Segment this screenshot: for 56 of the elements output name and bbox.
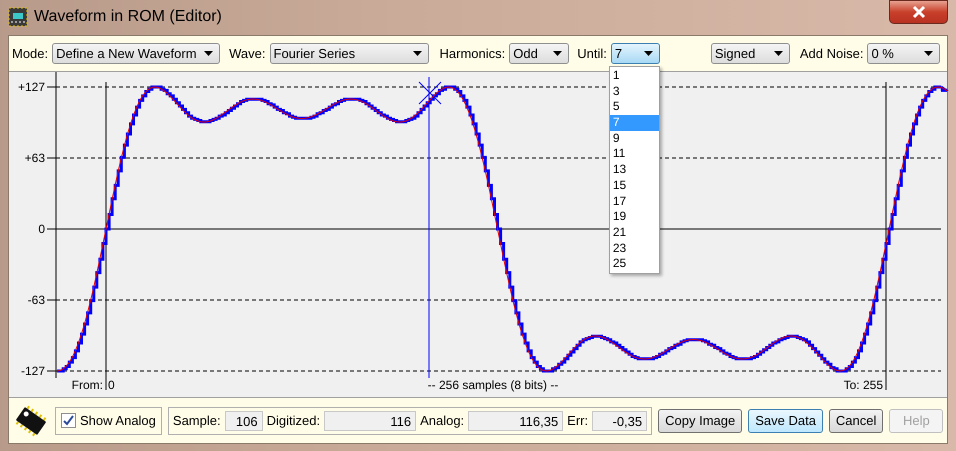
chip-icon [13,404,49,438]
range-label: To: 255 [844,378,883,392]
dropdown[interactable]: Signed [710,43,790,64]
field-label: Until: [577,46,607,61]
dropdown[interactable]: Odd [509,43,570,64]
list-option[interactable]: 25 [610,256,659,272]
field-label: Harmonics: [440,46,506,61]
list-option[interactable]: 17 [610,194,659,210]
axis-label: -63 [28,293,45,307]
close-icon [910,5,926,19]
window-title: Waveform in ROM (Editor) [34,8,222,26]
dropdown[interactable]: Fourier Series [270,43,428,64]
readout-label: Analog: [420,413,464,428]
list-option[interactable]: 11 [610,146,659,162]
samples-caption: -- 256 samples (8 bits) -- [428,378,558,392]
readout-field: 116,35 [468,410,564,430]
list-option[interactable]: 15 [610,178,659,194]
readout-field: -0,35 [592,410,648,430]
dropdown[interactable]: Define a New Waveform [52,43,220,64]
field-label: Add Noise: [800,46,864,61]
dropdown[interactable]: 7 [610,43,660,64]
caret-icon [644,51,653,56]
readout-label: Err: [567,413,588,428]
range-value: 0 [108,378,115,392]
axis-label: +63 [24,151,45,165]
readout-field: 116 [324,410,416,430]
list-option[interactable]: 3 [610,84,659,100]
caret-icon [204,51,214,56]
show-analog-checkbox[interactable]: Show Analog [55,406,162,434]
dialog-button[interactable]: Copy Image [658,408,742,432]
caret-icon [553,51,562,56]
list-option[interactable]: 9 [610,130,659,146]
readout-label: Sample: [172,413,221,428]
dialog-button[interactable]: Save Data [748,408,823,432]
range-label: From: [72,378,103,392]
list-option[interactable]: 13 [610,162,659,178]
list-option[interactable]: 1 [610,68,659,84]
readout-field: 106 [224,410,263,430]
list-option[interactable]: 23 [610,240,659,256]
field-label: Mode: [12,46,48,61]
axis-label: +127 [18,80,45,94]
caret-icon [924,51,934,56]
field-label: Wave: [229,46,266,61]
readout-label: Digitized: [266,413,320,428]
caret-icon [774,51,783,56]
dialog-button[interactable]: Cancel [828,408,884,432]
dropdown[interactable]: 0 % [867,43,940,64]
close-button[interactable] [889,0,948,24]
check-icon [63,415,74,426]
axis-label: 0 [38,222,45,236]
caret-icon [412,51,422,56]
list-option[interactable]: 21 [610,224,659,241]
list-option[interactable]: 5 [610,99,659,116]
chip-icon [8,7,28,27]
axis-label: -127 [20,364,45,378]
list-option[interactable]: 19 [610,209,659,225]
